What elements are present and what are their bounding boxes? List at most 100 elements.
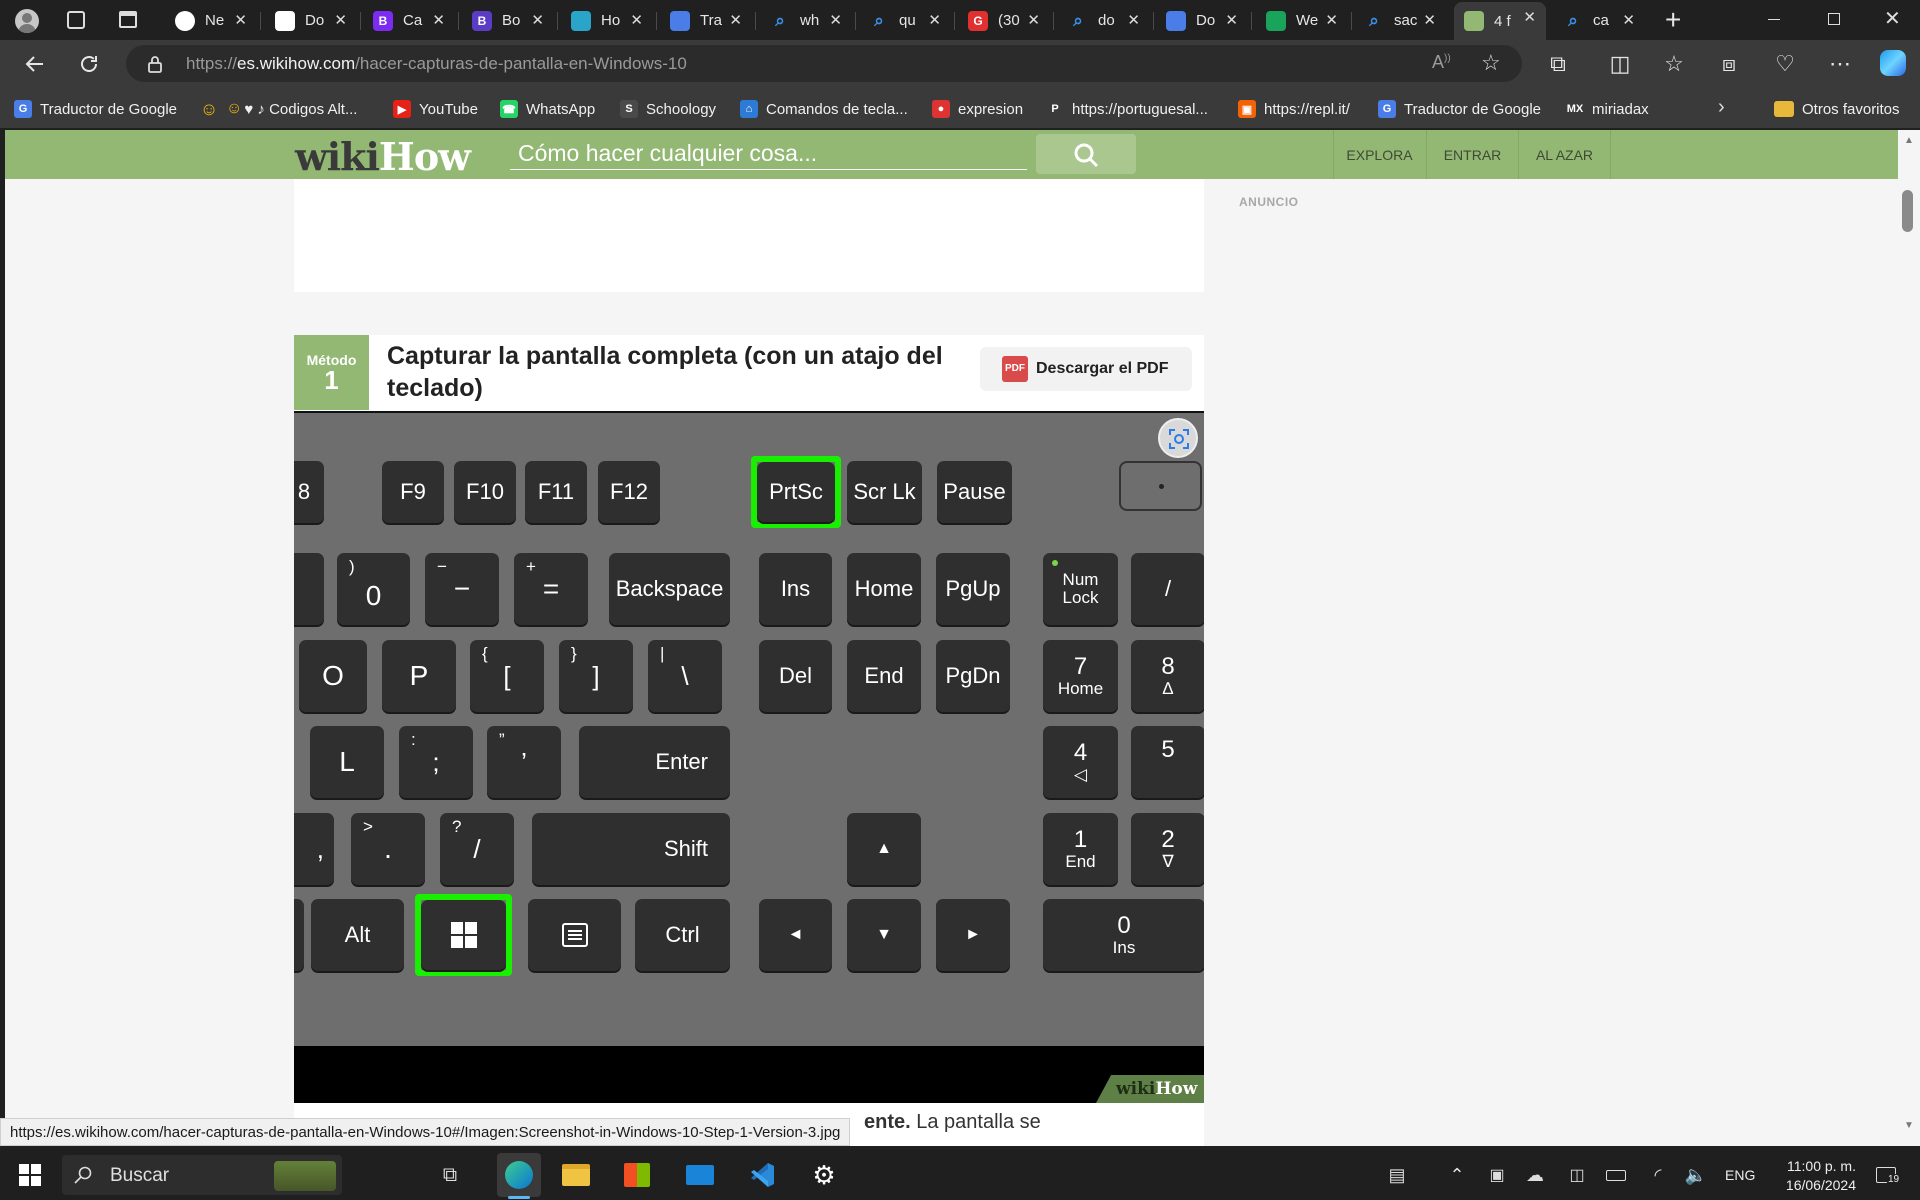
tab-close-icon[interactable]: ✕ [1423, 11, 1436, 29]
extensions-icon[interactable]: ⧉ [1544, 50, 1572, 78]
browser-tab[interactable]: Do ✕ [1156, 5, 1248, 36]
microsoft-store-icon[interactable] [621, 1159, 653, 1191]
browser-tab[interactable]: B Ca ✕ [363, 5, 455, 36]
bookmark-item[interactable]: Phttps://portuguesal... [1046, 98, 1208, 120]
browser-tab[interactable]: G (30 ✕ [958, 5, 1050, 36]
image-search-icon[interactable] [1158, 418, 1198, 458]
url-text[interactable]: https://es.wikihow.com/hacer-capturas-de… [186, 54, 687, 74]
tab-close-icon[interactable]: ✕ [1523, 8, 1536, 26]
bookmark-favicon-icon: ● [932, 100, 950, 118]
tab-close-icon[interactable]: ✕ [1127, 11, 1140, 29]
browser-tab[interactable]: ⌕ ca ✕ [1553, 5, 1645, 36]
nav-entrar[interactable]: ENTRAR [1427, 130, 1519, 179]
favorite-star-icon[interactable]: ☆ [1481, 50, 1501, 76]
key-comma-label: , [316, 833, 324, 864]
notification-center-icon[interactable]: 19 [1870, 1159, 1902, 1191]
browser-tab[interactable]: ⌕ qu ✕ [859, 5, 951, 36]
tab-close-icon[interactable]: ✕ [1225, 11, 1238, 29]
wikihow-logo[interactable]: wikiHow [295, 134, 471, 179]
favorites-icon[interactable]: ☆ [1660, 50, 1688, 78]
bookmarks-overflow-chevron-icon[interactable]: › [1718, 96, 1725, 119]
workspaces-icon[interactable] [67, 11, 85, 29]
tab-close-icon[interactable]: ✕ [630, 11, 643, 29]
bookmark-item[interactable]: ▣ https://repl.it/ [1238, 98, 1350, 120]
download-pdf-button[interactable]: PDF Descargar el PDF [980, 347, 1192, 391]
collections-icon[interactable]: ⧈ [1715, 50, 1743, 78]
restore-button[interactable] [1828, 13, 1840, 25]
nav-al-azar[interactable]: AL AZAR [1519, 130, 1611, 179]
address-bar[interactable]: https://es.wikihow.com/hacer-capturas-de… [126, 45, 1522, 82]
browser-tab[interactable]: ⌕ wh ✕ [760, 5, 852, 36]
browser-essentials-icon[interactable]: ♡ [1771, 50, 1799, 78]
tab-actions-icon[interactable] [119, 11, 137, 28]
browser-tab[interactable]: Tra ✕ [660, 5, 752, 36]
browser-tab[interactable]: B Bo ✕ [462, 5, 554, 36]
mail-icon[interactable] [684, 1159, 716, 1191]
show-hidden-icons-chevron-icon[interactable]: ⌃ [1441, 1159, 1473, 1191]
scrollbar-thumb[interactable] [1902, 190, 1913, 232]
step-image-keyboard[interactable]: 8 F9 F10 F11 F12 PrtSc Scr Lk Pause ) 0 −… [294, 413, 1204, 1103]
taskbar-search-box[interactable]: Buscar [62, 1155, 342, 1195]
bookmark-item[interactable]: G Traductor de Google [1378, 98, 1541, 120]
other-favorites-folder[interactable]: Otros favoritos [1774, 98, 1900, 120]
tab-close-icon[interactable]: ✕ [928, 11, 941, 29]
start-button[interactable] [14, 1159, 46, 1191]
onedrive-cloud-icon[interactable]: ☁ [1519, 1159, 1551, 1191]
scroll-up-arrow-icon[interactable]: ▲ [1904, 135, 1914, 146]
read-aloud-icon[interactable]: A)) [1432, 52, 1451, 73]
lock-icon [148, 56, 162, 73]
tab-close-icon[interactable]: ✕ [1027, 11, 1040, 29]
minimize-button[interactable] [1768, 19, 1780, 20]
copilot-icon[interactable] [1880, 50, 1906, 76]
browser-tab[interactable]: ⌕ do ✕ [1058, 5, 1150, 36]
tab-close-icon[interactable]: ✕ [729, 11, 742, 29]
search-button[interactable] [1036, 134, 1136, 174]
settings-gear-icon[interactable]: ⚙ [808, 1159, 840, 1191]
input-language[interactable]: ENG [1725, 1167, 1755, 1183]
profile-avatar[interactable] [15, 9, 39, 33]
bookmark-item[interactable]: ☎ WhatsApp [500, 98, 595, 120]
tab-close-icon[interactable]: ✕ [531, 11, 544, 29]
bookmark-item[interactable]: ☺ ☺ ♥ ♪ Codigos Alt... [200, 98, 358, 120]
volume-icon[interactable]: 🔈 [1680, 1159, 1712, 1191]
bookmark-item[interactable]: MX miriadax [1566, 98, 1649, 120]
widgets-news-icon[interactable]: ▤ [1381, 1159, 1413, 1191]
bookmark-item[interactable]: ⌂ Comandos de tecla... [740, 98, 908, 120]
file-explorer-icon[interactable] [560, 1159, 592, 1191]
bookmark-item[interactable]: ● expresion [932, 98, 1023, 120]
battery-icon[interactable] [1600, 1159, 1632, 1191]
more-menu-icon[interactable]: ⋯ [1826, 50, 1854, 78]
browser-tab[interactable]: Ne ✕ [165, 5, 257, 36]
back-button[interactable] [21, 50, 49, 78]
bookmark-item[interactable]: S Schoology [620, 98, 716, 120]
browser-tab[interactable]: We ✕ [1256, 5, 1348, 36]
clock[interactable]: 11:00 p. m. 16/06/2024 [1770, 1157, 1856, 1195]
tab-close-icon[interactable]: ✕ [432, 11, 445, 29]
browser-tab[interactable]: Ho ✕ [561, 5, 653, 36]
bookmark-item[interactable]: G Traductor de Google [14, 98, 177, 120]
edge-taskbar-icon[interactable] [497, 1153, 541, 1197]
task-view-icon[interactable]: ⧉ [434, 1159, 466, 1191]
nav-explora[interactable]: EXPLORA [1333, 130, 1427, 179]
browser-tab[interactable]: Do ✕ [265, 5, 357, 36]
tab-close-icon[interactable]: ✕ [829, 11, 842, 29]
refresh-button[interactable] [75, 50, 103, 78]
close-window-button[interactable]: ✕ [1884, 6, 1901, 31]
split-screen-icon[interactable]: ◫ [1606, 50, 1634, 78]
vscode-icon[interactable] [746, 1159, 778, 1191]
recording-icon[interactable]: ◫ [1561, 1159, 1593, 1191]
method-badge: Método 1 [294, 335, 369, 410]
tab-close-icon[interactable]: ✕ [1325, 11, 1338, 29]
meet-camera-icon[interactable]: ▣ [1481, 1159, 1513, 1191]
bookmark-item[interactable]: ▶ YouTube [393, 98, 478, 120]
tab-close-icon[interactable]: ✕ [1622, 11, 1635, 29]
wifi-icon[interactable]: ◜ [1642, 1159, 1674, 1191]
search-input[interactable]: Cómo hacer cualquier cosa... [510, 138, 1027, 170]
scroll-down-arrow-icon[interactable]: ▼ [1904, 1120, 1914, 1131]
page-scrollbar[interactable]: ▲ ▼ [1898, 130, 1920, 1146]
tab-close-icon[interactable]: ✕ [334, 11, 347, 29]
browser-tab[interactable]: ⌕ sac ✕ [1354, 5, 1446, 36]
tab-close-icon[interactable]: ✕ [234, 11, 247, 29]
browser-tab[interactable]: 4 f ✕ [1454, 2, 1546, 40]
new-tab-button[interactable]: + [1665, 4, 1681, 36]
